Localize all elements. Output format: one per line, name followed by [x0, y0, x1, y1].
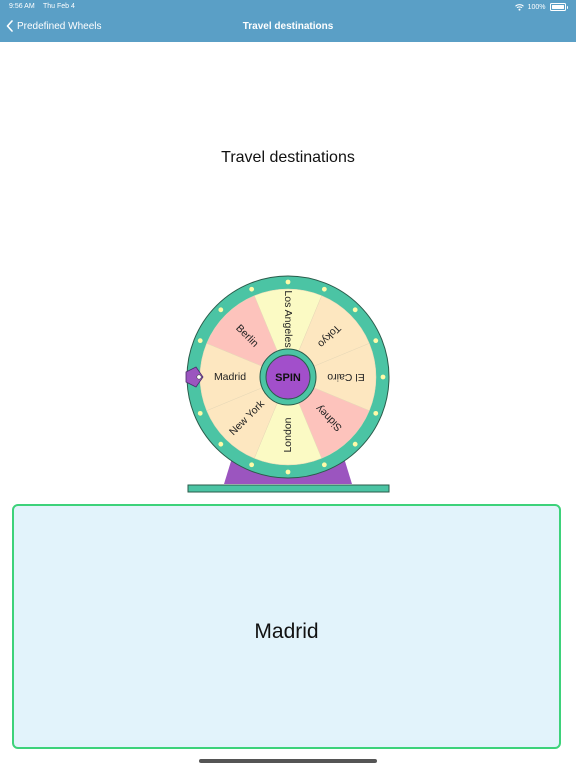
- rim-light: [285, 469, 291, 475]
- rim-light: [352, 441, 358, 447]
- spin-label: SPIN: [275, 372, 301, 384]
- segment-label: London: [282, 417, 294, 452]
- segment-label: Los Angeles: [282, 290, 294, 347]
- result-value: Madrid: [254, 620, 319, 643]
- result-panel: Madrid: [12, 504, 561, 749]
- pointer-pin: [196, 374, 202, 380]
- wheel-base: [187, 484, 390, 493]
- rim-light: [197, 338, 203, 344]
- rim-light: [321, 462, 327, 468]
- rim-light: [249, 462, 255, 468]
- rim-light: [373, 338, 379, 344]
- segment-label: El Cairo: [327, 371, 365, 383]
- spin-button[interactable]: SPIN: [259, 348, 317, 406]
- rim-light: [373, 410, 379, 416]
- rim-light: [218, 441, 224, 447]
- rim-light: [249, 286, 255, 292]
- rim-light: [352, 307, 358, 313]
- home-indicator: [199, 759, 377, 763]
- rim-light: [321, 286, 327, 292]
- rim-light: [285, 279, 291, 285]
- prize-wheel: Los Angeles TokyoEl CairoSidneyLondonNew …: [185, 275, 390, 493]
- rim-light: [218, 307, 224, 313]
- rim-light: [197, 410, 203, 416]
- segment-label: Madrid: [214, 371, 246, 383]
- rim-light: [380, 374, 386, 380]
